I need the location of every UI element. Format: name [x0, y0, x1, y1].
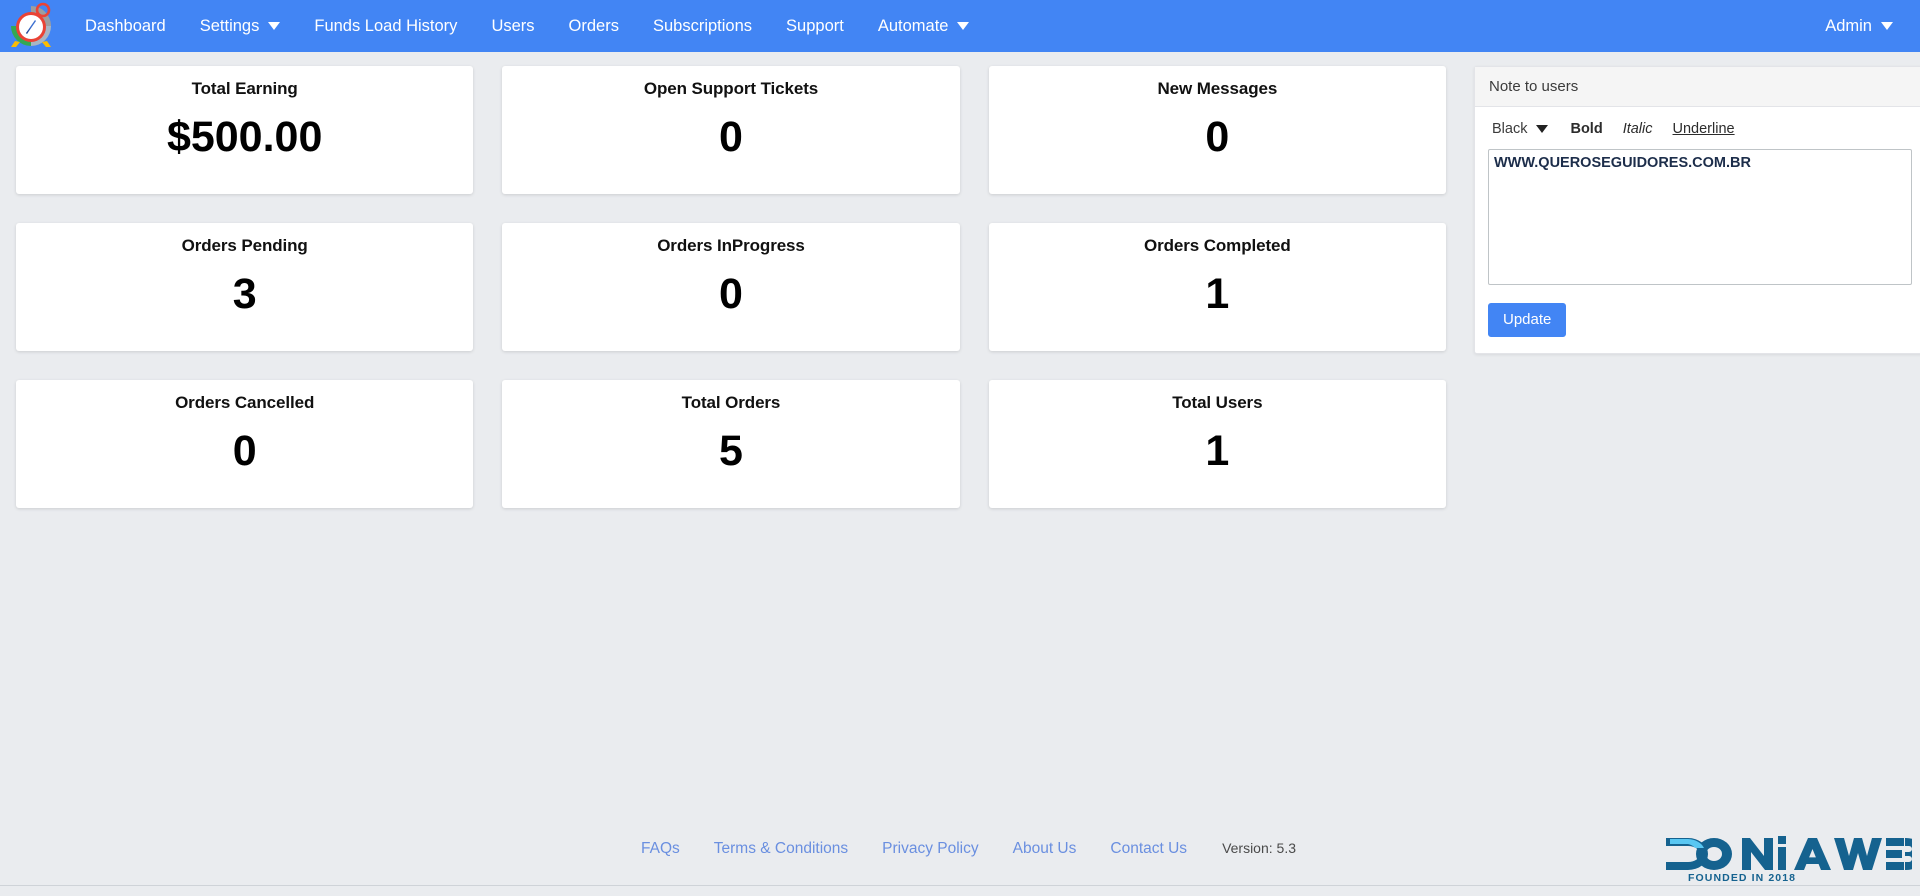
- account-menu-label: Admin: [1825, 17, 1872, 35]
- stat-card-title: Total Earning: [191, 79, 298, 98]
- nav-item-label: Settings: [199, 17, 260, 35]
- chevron-down-icon: [1536, 125, 1549, 133]
- nav-item-label: Funds Load History: [314, 17, 458, 35]
- stat-card-title: Total Users: [1172, 393, 1263, 412]
- nav-item-label: Orders: [568, 17, 619, 35]
- stat-card-orders-pending[interactable]: Orders Pending 3: [16, 223, 474, 351]
- stat-card-total-earning[interactable]: Total Earning $500.00: [16, 66, 474, 194]
- nav-item-users[interactable]: Users: [474, 0, 551, 52]
- stat-card-new-messages[interactable]: New Messages 0: [988, 66, 1446, 194]
- nav-item-automate[interactable]: Automate: [861, 0, 987, 52]
- brand-logo[interactable]: [2, 0, 60, 52]
- underline-button[interactable]: Underline: [1673, 121, 1735, 137]
- stat-card-value: 0: [232, 427, 257, 475]
- alarm-clock-compass-logo-icon: [7, 2, 55, 50]
- stat-card-value: $500.00: [166, 113, 323, 161]
- note-to-users-panel: Note to users Black Bold Italic Underlin…: [1474, 66, 1920, 354]
- note-textarea[interactable]: [1488, 149, 1912, 285]
- stat-card-value: 0: [1205, 113, 1230, 161]
- stat-card-total-orders[interactable]: Total Orders 5: [502, 380, 960, 508]
- footer-links: FAQs Terms & Conditions Privacy Policy A…: [0, 840, 1920, 858]
- footer-link-terms-and-conditions[interactable]: Terms & Conditions: [714, 840, 848, 858]
- footer-link-privacy-policy[interactable]: Privacy Policy: [882, 840, 978, 858]
- stat-card-total-users[interactable]: Total Users 1: [988, 380, 1446, 508]
- nav-item-orders[interactable]: Orders: [552, 0, 636, 52]
- chevron-down-icon: [957, 22, 970, 30]
- nav-item-label: Automate: [877, 17, 949, 35]
- top-navbar: Dashboard Settings Funds Load History Us…: [0, 0, 1920, 52]
- footer-link-about-us[interactable]: About Us: [1013, 840, 1077, 858]
- stat-card-title: Orders InProgress: [657, 236, 805, 255]
- stat-card-title: Total Orders: [681, 393, 781, 412]
- update-button[interactable]: Update: [1488, 303, 1567, 337]
- stat-card-open-support-tickets[interactable]: Open Support Tickets 0: [502, 66, 960, 194]
- rich-text-toolbar: Black Bold Italic Underline: [1488, 119, 1912, 149]
- nav-item-dashboard[interactable]: Dashboard: [68, 0, 183, 52]
- nav-item-label: Users: [491, 17, 535, 35]
- stat-card-value: 1: [1205, 427, 1230, 475]
- bold-button[interactable]: Bold: [1570, 121, 1602, 137]
- nav-item-subscriptions[interactable]: Subscriptions: [636, 0, 769, 52]
- nav-item-support[interactable]: Support: [769, 0, 861, 52]
- stat-card-title: Orders Completed: [1143, 236, 1291, 255]
- stat-card-title: Orders Cancelled: [175, 393, 315, 412]
- nav-item-label: Subscriptions: [652, 17, 753, 35]
- stat-card-row: Total Earning $500.00 Open Support Ticke…: [16, 66, 1446, 194]
- nav-item-label: Support: [786, 17, 844, 35]
- stat-card-row: Orders Cancelled 0 Total Orders 5 Total …: [16, 380, 1446, 508]
- stat-card-value: 0: [719, 270, 743, 318]
- note-panel-body: Black Bold Italic Underline Update: [1475, 107, 1920, 353]
- nav-item-funds-load-history[interactable]: Funds Load History: [297, 0, 474, 52]
- chevron-down-icon: [1881, 22, 1893, 30]
- stat-card-orders-completed[interactable]: Orders Completed 1: [988, 223, 1446, 351]
- account-menu-admin[interactable]: Admin: [1808, 0, 1910, 52]
- italic-button[interactable]: Italic: [1623, 121, 1653, 137]
- footer-link-contact-us[interactable]: Contact Us: [1110, 840, 1187, 858]
- stat-card-value: 0: [719, 113, 743, 161]
- stat-cards-column: Total Earning $500.00 Open Support Ticke…: [16, 66, 1446, 537]
- footer-version-label: Version: 5.3: [1222, 840, 1296, 856]
- footer-link-faqs[interactable]: FAQs: [641, 840, 680, 858]
- stat-card-orders-inprogress[interactable]: Orders InProgress 0: [502, 223, 960, 351]
- doniaweb-logo-tagline: FOUNDED IN 2018: [1688, 872, 1796, 884]
- font-color-select-value: Black: [1492, 121, 1528, 137]
- chevron-down-icon: [268, 22, 281, 30]
- doniaweb-logo: FOUNDED IN 2018: [1662, 832, 1920, 884]
- nav-item-settings[interactable]: Settings: [183, 0, 298, 52]
- stat-card-value: 5: [719, 427, 743, 475]
- navbar-account-area: Admin: [1808, 0, 1910, 52]
- dashboard-content: Total Earning $500.00 Open Support Ticke…: [0, 52, 1920, 537]
- stat-card-title: Orders Pending: [181, 236, 308, 255]
- page-footer: FAQs Terms & Conditions Privacy Policy A…: [0, 822, 1920, 896]
- stat-card-row: Orders Pending 3 Orders InProgress 0 Ord…: [16, 223, 1446, 351]
- footer-divider: [0, 885, 1920, 886]
- stat-card-value: 3: [232, 270, 257, 318]
- note-panel-column: Note to users Black Bold Italic Underlin…: [1474, 66, 1920, 354]
- stat-card-title: Open Support Tickets: [643, 79, 819, 98]
- font-color-select[interactable]: Black: [1492, 121, 1549, 137]
- nav-item-label: Dashboard: [85, 17, 166, 35]
- note-panel-header: Note to users: [1475, 67, 1920, 107]
- stat-card-value: 1: [1205, 270, 1230, 318]
- stat-card-orders-cancelled[interactable]: Orders Cancelled 0: [16, 380, 474, 508]
- stat-card-title: New Messages: [1157, 79, 1278, 98]
- dashboard-page: Total Earning $500.00 Open Support Ticke…: [0, 52, 1920, 896]
- navbar-links: Dashboard Settings Funds Load History Us…: [68, 0, 986, 52]
